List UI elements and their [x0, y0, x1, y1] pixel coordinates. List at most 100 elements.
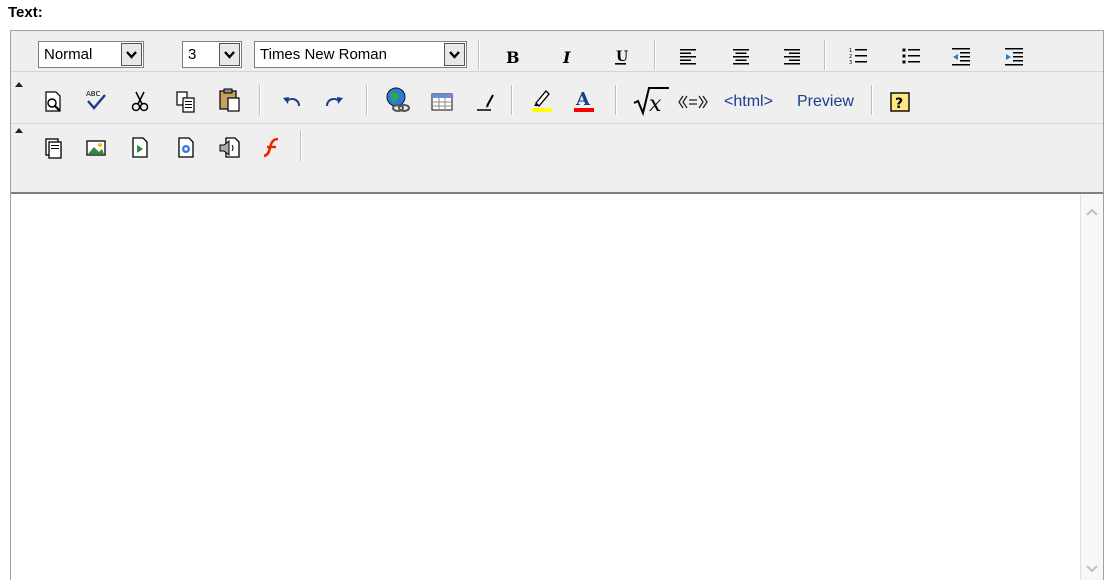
redo-icon [326, 97, 343, 107]
insert-media-button[interactable] [127, 135, 153, 161]
find-icon [45, 91, 61, 112]
audio-icon [219, 137, 240, 158]
rich-text-editor: Normal 3 Times New Roman B I U 1 2 3 ABC… [10, 30, 1104, 580]
cut-button[interactable] [127, 89, 153, 115]
align-left-icon [680, 49, 696, 65]
svg-text:I: I [562, 48, 571, 67]
image-icon [86, 140, 106, 156]
toolbar-separator [366, 85, 368, 115]
insert-template-button[interactable] [173, 135, 199, 161]
cut-icon [131, 91, 149, 112]
toolbar-separator [259, 85, 261, 115]
font-select-value: Times New Roman [260, 46, 387, 63]
format-select[interactable]: Normal [38, 41, 144, 68]
unordered-list-icon [902, 48, 920, 64]
insert-equation-button[interactable]: x [631, 85, 671, 117]
horizontal-rule-button[interactable] [472, 89, 498, 115]
align-right-button[interactable] [779, 43, 805, 69]
copy-button[interactable] [173, 89, 199, 115]
unordered-list-button[interactable] [898, 43, 924, 69]
insert-document-button[interactable] [40, 135, 66, 161]
toolbar-separator [478, 40, 480, 70]
size-select-value: 3 [188, 46, 197, 63]
insert-audio-button[interactable] [217, 135, 243, 161]
flash-icon [263, 137, 279, 158]
pen-line-icon [477, 94, 494, 111]
underline-button[interactable]: U [608, 44, 634, 70]
highlighter-icon [532, 90, 552, 112]
svg-text:ABC: ABC [86, 90, 100, 98]
paste-icon [219, 88, 240, 112]
indent-icon [1005, 48, 1023, 66]
insert-link-button[interactable] [385, 87, 411, 113]
italic-icon: I [562, 48, 571, 67]
collapse-toolbar-icon[interactable] [15, 128, 23, 133]
toolbar: Normal 3 Times New Roman B I U 1 2 3 ABC… [11, 31, 1103, 194]
align-center-button[interactable] [728, 43, 754, 69]
svg-text:U: U [616, 49, 628, 65]
toolbar-separator [654, 40, 656, 70]
editor-content-area[interactable] [11, 194, 1103, 580]
insert-table-button[interactable] [429, 89, 455, 115]
find-button[interactable] [40, 89, 66, 115]
toolbar-row-formatting: Normal 3 Times New Roman B I U 1 2 3 [11, 31, 1103, 72]
insert-image-button[interactable] [83, 135, 109, 161]
template-file-icon [178, 137, 194, 158]
code-arrows-icon [678, 95, 708, 109]
align-right-icon [784, 49, 800, 65]
spellcheck-icon: ABC [86, 90, 106, 110]
toolbar-row-tools: ABC A x <html> Preview ? [11, 79, 1103, 124]
indent-button[interactable] [1001, 43, 1027, 69]
svg-text:x: x [649, 92, 662, 117]
scroll-down-icon[interactable] [1084, 560, 1100, 576]
preview-button[interactable]: Preview [797, 93, 854, 111]
chevron-down-icon[interactable] [121, 43, 142, 66]
italic-button[interactable]: I [554, 44, 580, 70]
toolbar-separator [511, 85, 513, 115]
toolbar-separator [615, 85, 617, 115]
size-select[interactable]: 3 [182, 41, 242, 68]
copy-icon [176, 91, 195, 113]
outdent-icon [952, 48, 970, 66]
redo-button[interactable] [321, 91, 347, 117]
bold-button[interactable]: B [498, 44, 524, 70]
media-file-icon [132, 137, 148, 158]
help-button[interactable]: ? [887, 89, 913, 115]
vertical-scrollbar[interactable] [1080, 194, 1103, 580]
document-icon [45, 138, 62, 159]
field-label: Text: [8, 4, 43, 21]
toolbar-row-insert [11, 125, 1103, 169]
font-color-button[interactable]: A [571, 87, 597, 113]
chevron-down-icon[interactable] [444, 43, 465, 66]
svg-text:?: ? [895, 96, 903, 112]
font-color-icon: A [574, 89, 594, 112]
toolbar-separator [871, 85, 873, 115]
format-select-value: Normal [44, 46, 93, 63]
font-select[interactable]: Times New Roman [254, 41, 467, 68]
align-left-button[interactable] [675, 43, 701, 69]
square-root-icon: x [633, 87, 669, 117]
special-chars-button[interactable] [677, 89, 709, 115]
ordered-list-button[interactable]: 123 [845, 43, 871, 69]
svg-text:A: A [575, 89, 591, 110]
table-icon [431, 93, 453, 111]
link-globe-icon [386, 87, 410, 112]
ordered-list-icon: 123 [849, 48, 867, 66]
outdent-button[interactable] [948, 43, 974, 69]
align-center-icon [733, 49, 749, 65]
collapse-toolbar-icon[interactable] [15, 82, 23, 87]
toolbar-separator [300, 131, 302, 161]
undo-icon [283, 97, 300, 107]
scroll-up-icon[interactable] [1084, 204, 1100, 220]
paste-button[interactable] [217, 87, 243, 113]
bold-icon: B [506, 48, 520, 67]
html-mode-button[interactable]: <html> [724, 93, 773, 111]
help-icon: ? [890, 92, 910, 112]
undo-button[interactable] [279, 91, 305, 117]
svg-text:B: B [506, 48, 520, 67]
spellcheck-button[interactable]: ABC [83, 87, 109, 113]
svg-text:3: 3 [849, 60, 852, 66]
chevron-down-icon[interactable] [219, 43, 240, 66]
insert-flash-button[interactable] [259, 135, 285, 161]
highlight-color-button[interactable] [529, 87, 555, 113]
